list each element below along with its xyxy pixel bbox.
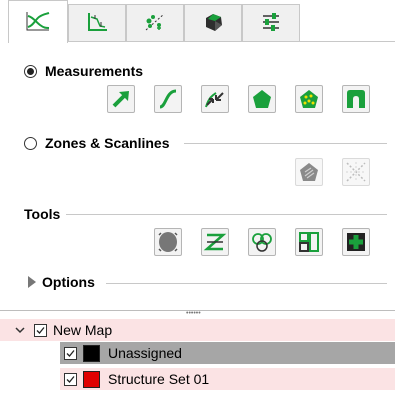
polygon-measure-button[interactable]	[248, 85, 276, 113]
tools-label: Tools	[24, 206, 61, 222]
tools-header: Tools	[24, 206, 60, 222]
convergence-measure-button[interactable]	[201, 85, 229, 113]
arrow-measure-icon	[109, 87, 133, 111]
plot-axes-icon	[85, 11, 109, 36]
scanline-button[interactable]	[342, 158, 370, 186]
zone-polygon-icon	[297, 160, 321, 184]
tools-divider	[66, 214, 387, 215]
convergence-measure-icon	[203, 87, 227, 111]
section-tool-icon	[203, 230, 227, 254]
zones-divider	[184, 143, 387, 144]
polyhedron-icon	[201, 11, 225, 36]
tunnel-measure-button[interactable]	[342, 85, 370, 113]
curves-icon	[25, 10, 51, 35]
measurements-label: Measurements	[45, 63, 144, 79]
chevron-down-icon[interactable]	[14, 326, 26, 334]
unassigned-checkbox[interactable]	[64, 346, 77, 360]
options-divider	[106, 283, 387, 284]
scanline-icon	[344, 160, 368, 184]
section-tool-button[interactable]	[201, 228, 229, 256]
tunnel-measure-icon	[344, 87, 368, 111]
structure-set-label: Structure Set 01	[108, 371, 210, 387]
zones-scanlines-radio[interactable]: Zones & Scanlines	[24, 135, 169, 151]
tree-item-unassigned[interactable]: Unassigned	[60, 342, 395, 364]
tree-root-label: New Map	[53, 322, 113, 338]
curve-measure-button[interactable]	[154, 85, 182, 113]
structure-set-checkbox[interactable]	[64, 372, 77, 386]
polygon-measure-icon	[250, 87, 274, 111]
options-expander[interactable]: Options	[28, 274, 95, 290]
options-label: Options	[42, 274, 95, 290]
tab-strip	[8, 0, 388, 43]
tree-item-structure-set[interactable]: Structure Set 01	[60, 368, 395, 390]
sliders-icon	[259, 11, 283, 36]
tab-settings[interactable]	[242, 4, 300, 42]
blob-tool-icon	[156, 230, 180, 254]
radio-zones-indicator[interactable]	[24, 136, 37, 150]
unassigned-color-swatch[interactable]	[83, 344, 100, 362]
tree-root-row[interactable]: New Map	[0, 319, 395, 341]
expand-triangle-icon	[28, 276, 36, 288]
layout-tool-button[interactable]	[295, 228, 323, 256]
structure-set-color-swatch[interactable]	[83, 370, 100, 388]
region-measure-icon	[297, 87, 321, 111]
tab-scatter[interactable]	[126, 4, 184, 42]
cluster-tool-icon	[250, 230, 274, 254]
measurements-radio[interactable]: Measurements	[24, 63, 143, 79]
region-measure-button[interactable]	[295, 85, 323, 113]
tab-polyhedron[interactable]	[184, 4, 242, 42]
add-tool-button[interactable]	[342, 228, 370, 256]
layout-tool-icon	[297, 230, 321, 254]
curve-measure-icon	[156, 87, 180, 111]
unassigned-label: Unassigned	[108, 345, 182, 361]
blob-tool-button[interactable]	[154, 228, 182, 256]
tab-plot[interactable]	[68, 4, 126, 42]
add-tool-icon	[344, 230, 368, 254]
arrow-measure-button[interactable]	[107, 85, 135, 113]
scatter-points-icon	[143, 11, 167, 36]
tab-curves[interactable]	[8, 0, 68, 43]
tree-root-checkbox[interactable]	[34, 323, 47, 337]
splitter-grip-icon[interactable]: ••••••	[186, 310, 201, 317]
radio-measurements-indicator[interactable]	[24, 64, 37, 78]
cluster-tool-button[interactable]	[248, 228, 276, 256]
zone-polygon-button[interactable]	[295, 158, 323, 186]
zones-label: Zones & Scanlines	[45, 135, 170, 151]
